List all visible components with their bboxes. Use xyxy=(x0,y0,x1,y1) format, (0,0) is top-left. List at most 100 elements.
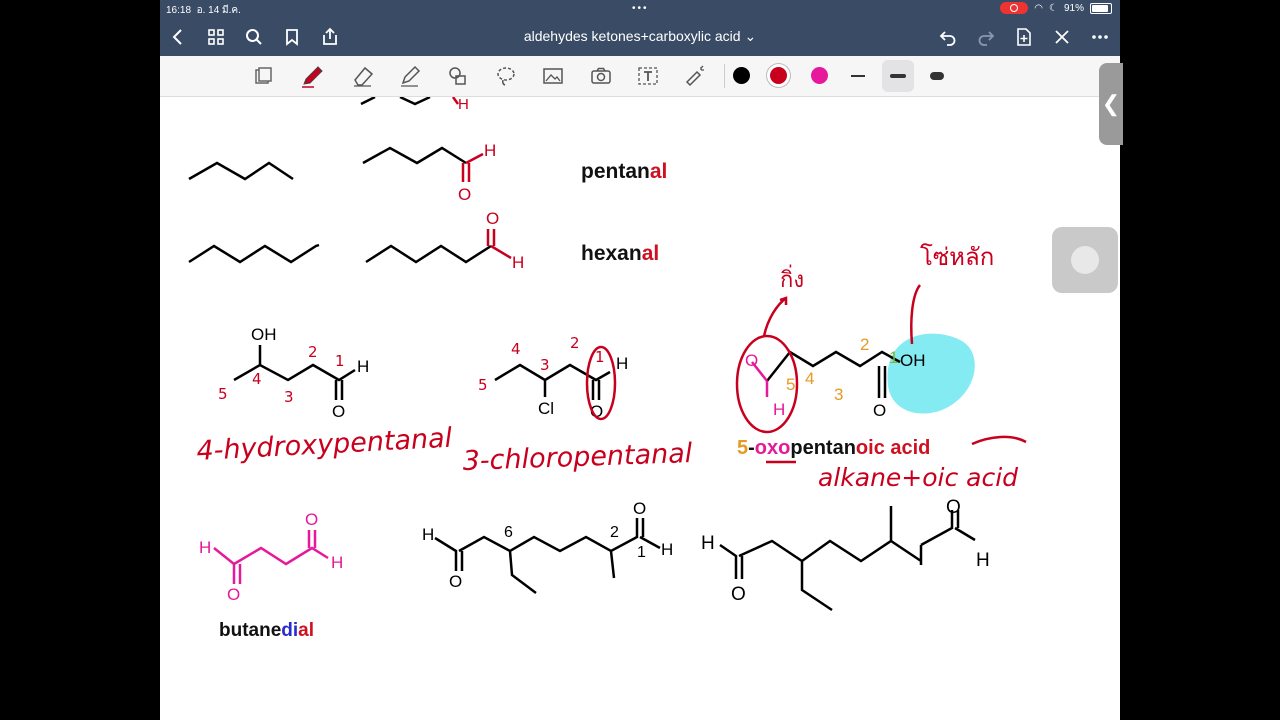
carbon-number: 3 xyxy=(834,385,843,404)
atom-label: H xyxy=(616,354,628,373)
hexanal-label: hexanal xyxy=(581,242,659,265)
note-canvas[interactable]: H H O pentanal O H hexanal OH H O 5 4 3 … xyxy=(160,97,1120,720)
numbered-dialdehyde-structure: H O O H 6 2 1 xyxy=(422,499,673,594)
more-icon[interactable] xyxy=(1088,25,1112,49)
atom-label: O xyxy=(486,209,499,228)
pentane-skeleton xyxy=(188,161,294,181)
carbon-number: 6 xyxy=(504,524,513,541)
oxopentanoic-acid-structure: O H OH O 5 4 3 2 1 xyxy=(735,284,975,434)
atom-label: O xyxy=(873,401,886,420)
ipad-screen: 16:18 อ. 14 มี.ค. ••• ◠ ☾ 91% aldehydes … xyxy=(160,0,1120,720)
status-right: ◠ ☾ 91% xyxy=(1000,2,1112,14)
undo-icon[interactable] xyxy=(936,25,960,49)
lasso-icon[interactable] xyxy=(493,64,519,88)
pen-icon[interactable] xyxy=(300,64,326,88)
share-icon[interactable] xyxy=(318,25,342,49)
carbon-number: 3 xyxy=(540,356,550,374)
status-time: 16:18 อ. 14 มี.ค. xyxy=(166,5,241,16)
atom-label: O xyxy=(449,572,462,591)
pentanal-structure: H O xyxy=(362,141,496,204)
sidebar-collapse-handle[interactable]: ❮ xyxy=(1099,63,1123,145)
add-page-icon[interactable] xyxy=(1012,25,1036,49)
eraser-icon[interactable] xyxy=(350,64,376,88)
atom-label: O xyxy=(633,499,646,518)
read-mode-icon[interactable] xyxy=(250,64,276,88)
camera-icon[interactable] xyxy=(588,64,614,88)
color-swatch-red[interactable] xyxy=(770,67,787,84)
carbon-number: 4 xyxy=(511,340,521,358)
atom-label: H xyxy=(422,525,434,544)
close-edit-icon[interactable] xyxy=(1050,25,1074,49)
atom-label: O xyxy=(227,585,240,604)
highlighter-icon[interactable] xyxy=(397,64,423,88)
atom-label: Cl xyxy=(538,399,554,418)
carbon-number: 5 xyxy=(786,375,795,394)
carbon-number: 5 xyxy=(478,376,488,394)
butanedial-label: butanedial xyxy=(219,620,314,641)
toolbar-divider xyxy=(724,64,725,88)
search-icon[interactable] xyxy=(242,25,266,49)
assistive-touch-button[interactable] xyxy=(1052,227,1118,293)
oxopentanoic-acid-label: 5-oxopentanoic acid xyxy=(737,437,930,459)
moon-icon: ☾ xyxy=(1049,2,1058,14)
carbon-number: 2 xyxy=(308,343,318,361)
atom-label: O xyxy=(731,584,746,605)
carbon-number: 3 xyxy=(284,388,294,406)
atom-label: H xyxy=(701,533,715,554)
handwritten-chloropentanal: 3-chloropentanal xyxy=(462,438,693,477)
hexanal-structure: O H xyxy=(365,209,524,272)
atom-label: H xyxy=(661,540,673,559)
atom-label: O xyxy=(305,510,318,529)
atom-label: H xyxy=(512,253,524,272)
carbon-number: 2 xyxy=(860,335,869,354)
atom-label: H xyxy=(484,141,496,160)
color-swatch-black[interactable] xyxy=(733,67,750,84)
atom-label: H xyxy=(357,357,369,376)
atom-label: O xyxy=(745,351,758,370)
laser-pointer-icon[interactable] xyxy=(682,64,708,88)
stroke-thin-button[interactable] xyxy=(842,60,874,92)
carbon-number: 2 xyxy=(610,524,619,541)
multitask-dots[interactable]: ••• xyxy=(632,3,649,14)
drawing-toolbar xyxy=(160,56,1120,97)
chloropentanal-structure: Cl H O 5 4 3 2 1 xyxy=(478,334,628,421)
handwritten-alkane-oic-acid: alkane+oic acid xyxy=(818,463,1018,492)
chevron-left-icon: ❮ xyxy=(1101,91,1121,116)
atom-label: H xyxy=(773,400,785,419)
atom-label: OH xyxy=(251,325,277,344)
atom-label: H xyxy=(458,97,469,113)
carbon-number: 1 xyxy=(889,348,898,367)
atom-label: H xyxy=(199,538,211,557)
grid-icon[interactable] xyxy=(204,25,228,49)
stroke-thick-button[interactable] xyxy=(921,60,953,92)
color-swatch-magenta[interactable] xyxy=(811,67,828,84)
carbon-number: 4 xyxy=(805,369,814,388)
stroke-medium-button[interactable] xyxy=(882,60,914,92)
redo-icon[interactable] xyxy=(974,25,998,49)
atom-label: H xyxy=(976,550,990,571)
atom-label: O xyxy=(458,185,471,204)
back-icon[interactable] xyxy=(166,25,190,49)
shapes-icon[interactable] xyxy=(445,64,471,88)
document-title[interactable]: aldehydes ketones+carboxylic acid ⌄ xyxy=(500,28,780,45)
atom-label: O xyxy=(332,402,345,421)
hexane-skeleton xyxy=(188,243,320,264)
atom-label: O xyxy=(946,497,961,518)
carbon-number: 4 xyxy=(252,370,262,388)
carbon-number: 1 xyxy=(637,544,646,561)
text-box-icon[interactable] xyxy=(635,64,661,88)
status-bar: 16:18 อ. 14 มี.ค. ••• ◠ ☾ 91% xyxy=(160,0,1120,18)
image-icon[interactable] xyxy=(540,64,566,88)
butanedial-structure: H O O H xyxy=(199,510,343,604)
carbon-number: 1 xyxy=(335,352,345,370)
carbon-number: 1 xyxy=(595,348,605,366)
bookmark-icon[interactable] xyxy=(280,25,304,49)
long-dialdehyde-structure: H O O H xyxy=(701,497,990,612)
handwritten-thai-main-chain: โซ่หลัก xyxy=(920,243,994,271)
hydroxypentanal-structure: OH H O 5 4 3 2 1 xyxy=(218,325,369,421)
battery-icon xyxy=(1090,2,1112,14)
pentanal-label: pentanal xyxy=(581,160,667,183)
atom-label: OH xyxy=(900,351,926,370)
screen-record-icon xyxy=(1000,2,1029,14)
carbon-number: 2 xyxy=(570,334,580,352)
